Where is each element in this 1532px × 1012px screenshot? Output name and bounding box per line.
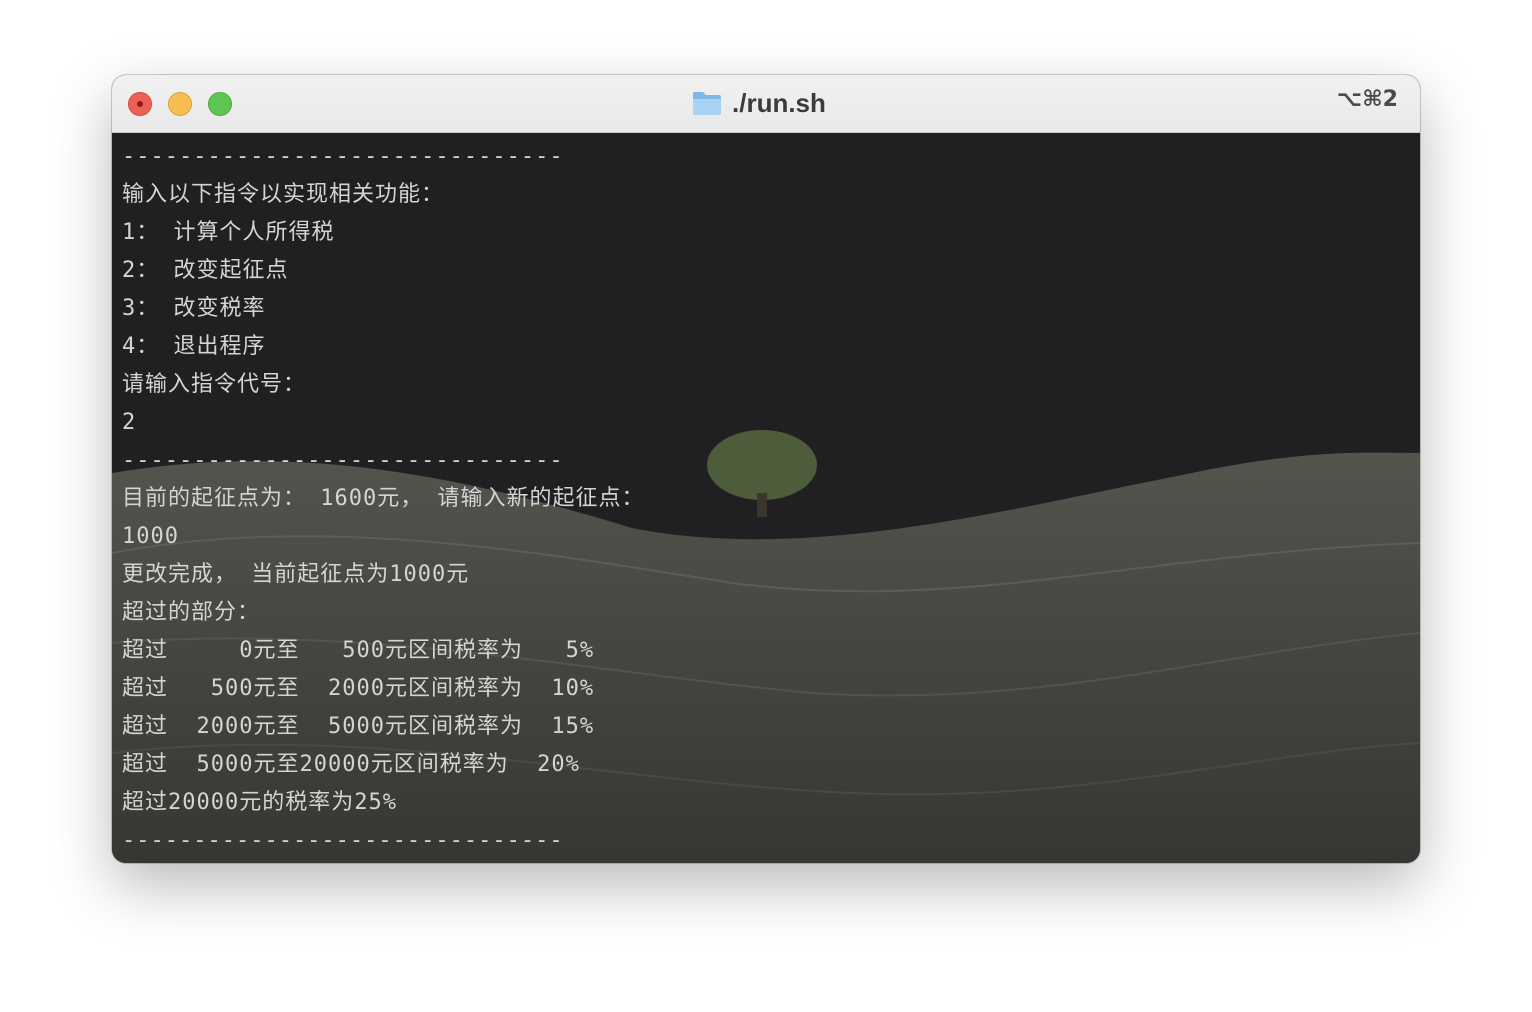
tax-rate-line: 超过20000元的税率为25% xyxy=(122,790,397,815)
separator-line: ------------------------------- xyxy=(122,448,564,473)
user-input-line: 1000 xyxy=(122,524,179,549)
minimize-button[interactable] xyxy=(168,92,192,116)
window-title: ./run.sh xyxy=(692,87,826,119)
tax-rate-line: 超过 500元至 2000元区间税率为 10% xyxy=(122,676,595,701)
close-button[interactable] xyxy=(128,92,152,116)
output-line: 超过的部分： xyxy=(122,600,261,625)
separator-line: ------------------------------- xyxy=(122,828,564,853)
output-line: 4： 退出程序 xyxy=(122,334,266,359)
output-line: 1： 计算个人所得税 xyxy=(122,220,335,245)
output-line: 3： 改变税率 xyxy=(122,296,266,321)
title-bar[interactable]: ./run.sh ⌥⌘2 xyxy=(112,75,1420,133)
separator-line: ------------------------------- xyxy=(122,144,564,169)
output-line: 2： 改变起征点 xyxy=(122,258,289,283)
folder-icon xyxy=(693,92,721,115)
tax-rate-line: 超过 2000元至 5000元区间税率为 15% xyxy=(122,714,595,739)
user-input-line: 2 xyxy=(122,410,137,435)
window-shortcut: ⌥⌘2 xyxy=(1336,87,1398,112)
close-icon xyxy=(137,101,143,107)
output-line: 请输入指令代号： xyxy=(122,372,307,397)
terminal-window: ./run.sh ⌥⌘2 ---------------------------… xyxy=(112,75,1420,863)
terminal-lines: ------------------------------- 输入以下指令以实… xyxy=(122,138,644,860)
terminal-output[interactable]: ------------------------------- 输入以下指令以实… xyxy=(112,133,1420,863)
output-line: 输入以下指令以实现相关功能： xyxy=(122,182,445,207)
tax-rate-line: 超过 0元至 500元区间税率为 5% xyxy=(122,638,595,663)
output-line: 目前的起征点为： 1600元， 请输入新的起征点： xyxy=(122,486,645,511)
window-title-text: ./run.sh xyxy=(732,87,826,118)
zoom-button[interactable] xyxy=(208,92,232,116)
tax-rate-line: 超过 5000元至20000元区间税率为 20% xyxy=(122,752,580,777)
output-line: 更改完成， 当前起征点为1000元 xyxy=(122,562,470,587)
